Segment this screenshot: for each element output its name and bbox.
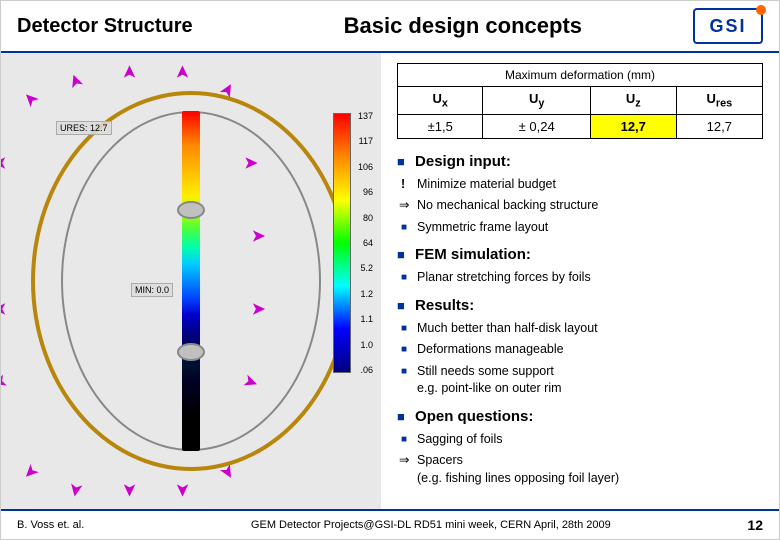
gsi-logo: GSI — [693, 8, 763, 44]
footer-page: 12 — [747, 517, 763, 533]
val-ux: ±1,5 — [398, 114, 483, 138]
fem-title: ■ FEM simulation: — [397, 246, 763, 263]
logo: GSI — [693, 8, 763, 44]
design-item-1: Minimize material budget — [397, 174, 763, 196]
val-uz: 12,7 — [590, 114, 676, 138]
fem-list: Planar stretching forces by foils — [397, 267, 763, 289]
val-ures: 12,7 — [676, 114, 762, 138]
logo-dot — [756, 5, 766, 15]
design-item-3: Symmetric frame layout — [397, 217, 763, 239]
open-questions-list: Sagging of foils Spacers(e.g. fishing li… — [397, 429, 763, 490]
detector-image: ➤ ➤ ➤ ➤ ➤ ➤ ➤ ➤ ➤ ➤ ➤ ➤ ➤ ➤ ➤ ➤ ➤ ➤ — [1, 53, 381, 509]
arrow-r1: ➤ — [244, 153, 257, 173]
arrow-r2: ➤ — [252, 226, 265, 246]
table-span-header: Maximum deformation (mm) — [398, 64, 763, 87]
content: ➤ ➤ ➤ ➤ ➤ ➤ ➤ ➤ ➤ ➤ ➤ ➤ ➤ ➤ ➤ ➤ ➤ ➤ — [1, 53, 779, 509]
left-panel: ➤ ➤ ➤ ➤ ➤ ➤ ➤ ➤ ➤ ➤ ➤ ➤ ➤ ➤ ➤ ➤ ➤ ➤ — [1, 53, 381, 509]
colorbar — [333, 113, 351, 373]
img-label-umin: MIN: 0.0 — [131, 283, 173, 297]
design-input-list: Minimize material budget No mechanical b… — [397, 174, 763, 239]
result-item-2: Deformations manageable — [397, 339, 763, 361]
hole-bottom — [177, 343, 205, 361]
col-ux: Ux — [398, 87, 483, 115]
col-uy: Uy — [483, 87, 590, 115]
result-item-3: Still needs some supporte.g. point-like … — [397, 361, 763, 400]
arrow-t1: ➤ — [64, 72, 87, 91]
arrow-t2: ➤ — [119, 65, 139, 78]
results-title: ■ Results: — [397, 297, 763, 314]
arrow-t3: ➤ — [173, 65, 193, 78]
slide: Detector Structure Basic design concepts… — [0, 0, 780, 540]
footer-center: GEM Detector Projects@GSI-DL RD51 mini w… — [114, 519, 747, 531]
arrow-l4: ➤ — [1, 370, 10, 393]
right-panel: Maximum deformation (mm) Ux Uy Uz Ures ±… — [381, 53, 779, 509]
arrow-b2: ➤ — [119, 483, 139, 496]
col-uz: Uz — [590, 87, 676, 115]
beam-gradient — [182, 111, 200, 451]
open-item-1: Sagging of foils — [397, 429, 763, 451]
header: Detector Structure Basic design concepts… — [1, 1, 779, 53]
header-subtitle: Basic design concepts — [233, 13, 693, 39]
deformation-table: Maximum deformation (mm) Ux Uy Uz Ures ±… — [397, 63, 763, 139]
open-questions-title: ■ Open questions: — [397, 408, 763, 425]
design-input-title: ■ Design input: — [397, 153, 763, 170]
footer: B. Voss et. al. GEM Detector Projects@GS… — [1, 509, 779, 539]
val-uy: ± 0,24 — [483, 114, 590, 138]
arrow-l3: ➤ — [1, 299, 7, 319]
hole-top — [177, 201, 205, 219]
footer-left: B. Voss et. al. — [17, 519, 84, 531]
arrow-r3: ➤ — [252, 299, 265, 319]
colorbar-labels: 137 117 106 96 80 64 5.2 1.2 1.1 1.0 .06 — [358, 111, 373, 375]
col-ures: Ures — [676, 87, 762, 115]
arrow-b3: ➤ — [173, 483, 193, 496]
fem-item-1: Planar stretching forces by foils — [397, 267, 763, 289]
arrow-bl1: ➤ — [19, 460, 43, 484]
arrow-b1: ➤ — [65, 482, 87, 499]
arrow-tl1: ➤ — [19, 88, 43, 112]
result-item-1: Much better than half-disk layout — [397, 318, 763, 340]
arrow-l1: ➤ — [1, 153, 7, 173]
header-title: Detector Structure — [17, 15, 193, 38]
open-item-2: Spacers(e.g. fishing lines opposing foil… — [397, 450, 763, 489]
results-list: Much better than half-disk layout Deform… — [397, 318, 763, 400]
design-item-2: No mechanical backing structure — [397, 195, 763, 217]
img-label-ures: URES: 12.7 — [56, 121, 112, 135]
